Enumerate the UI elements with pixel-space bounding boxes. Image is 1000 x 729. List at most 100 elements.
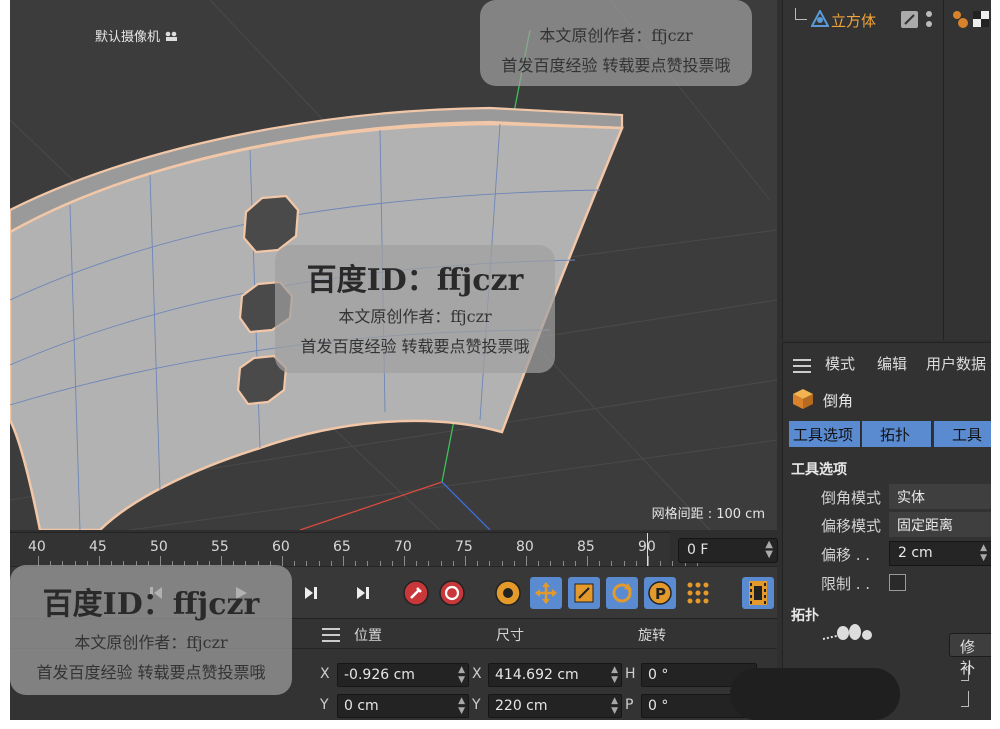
timeline-tick-label: 55 bbox=[211, 539, 229, 555]
timeline-tick-mark bbox=[526, 556, 527, 566]
checker-tag-icon[interactable] bbox=[973, 11, 989, 31]
rotation-header: 旋转 bbox=[638, 628, 666, 644]
next-frame-button[interactable] bbox=[295, 577, 327, 609]
bevel-mode-dropdown[interactable]: 实体 bbox=[889, 484, 991, 509]
limit-checkbox[interactable] bbox=[889, 574, 906, 591]
watermark-center-id: 百度ID：ffjczr bbox=[306, 263, 524, 298]
timeline-tick-mark bbox=[648, 556, 649, 566]
dots-grid-icon bbox=[687, 582, 709, 604]
position-y-field[interactable]: 0 cm ▲ ▼ bbox=[337, 694, 469, 718]
timeline-tick-mark bbox=[404, 556, 405, 566]
record-keys-button[interactable] bbox=[400, 577, 432, 609]
section-topology: 拓扑 bbox=[791, 608, 819, 624]
tab-topology[interactable]: 拓扑 bbox=[862, 421, 932, 447]
watermark-center-publish: 首发百度经验 转载要点赞投票哦 bbox=[300, 337, 530, 356]
camera-label[interactable]: 默认摄像机 bbox=[95, 26, 180, 45]
gear-icon bbox=[495, 580, 521, 606]
size-x-value: 414.692 cm bbox=[495, 667, 579, 683]
autokey-button[interactable] bbox=[436, 577, 468, 609]
menu-mode[interactable]: 模式 bbox=[825, 353, 855, 374]
current-frame-value: 0 F bbox=[687, 542, 709, 558]
camera-label-text: 默认摄像机 bbox=[95, 30, 161, 45]
timeline-ruler[interactable]: 4045505560657075808590 bbox=[10, 532, 698, 567]
spinner-icon[interactable]: ▲ ▼ bbox=[458, 665, 465, 685]
watermark-top-author: 本文原创作者：ffjczr bbox=[539, 26, 693, 45]
go-to-end-button[interactable] bbox=[347, 577, 379, 609]
attribute-manager: 模式 编辑 用户数据 倒角 工具选项 拓扑 工具 工具选项 倒角模式 实体 偏移… bbox=[782, 342, 991, 720]
position-header: 位置 bbox=[354, 628, 382, 644]
material-spheres-icon[interactable] bbox=[951, 10, 971, 34]
offset-mode-label: 偏移模式 bbox=[821, 517, 882, 535]
object-row-cube[interactable]: 立方体 bbox=[783, 4, 991, 30]
go-to-end-icon bbox=[357, 587, 369, 599]
object-manager: 立方体 bbox=[782, 0, 991, 340]
film-button[interactable] bbox=[742, 577, 774, 609]
offset-mode-dropdown[interactable]: 固定距离 bbox=[889, 512, 991, 537]
current-frame-field[interactable]: 0 F ▲ ▼ bbox=[678, 538, 778, 563]
watermark-bottom: 百度ID：ffjczr 本文原创作者：ffjczr 首发百度经验 转载要点赞投票… bbox=[10, 565, 292, 695]
tab-tool[interactable]: 工具 bbox=[934, 421, 991, 447]
modify-bracket-2 bbox=[961, 691, 969, 707]
timeline-tick-label: 65 bbox=[333, 539, 351, 555]
timeline-tick-mark bbox=[587, 556, 588, 566]
key-position-button[interactable] bbox=[530, 577, 562, 609]
timeline-tick-label: 50 bbox=[150, 539, 168, 555]
spinner-icon[interactable]: ▲ ▼ bbox=[458, 696, 465, 716]
offset-field[interactable]: 2 cm ▲ ▼ bbox=[889, 541, 991, 566]
watermark-top: 本文原创作者：ffjczr 首发百度经验 转载要点赞投票哦 bbox=[480, 0, 752, 86]
size-x-label: X bbox=[472, 666, 482, 682]
tab-tool-options[interactable]: 工具选项 bbox=[789, 421, 861, 447]
visibility-toggle-icon[interactable] bbox=[901, 11, 918, 28]
frame-spinner-icon[interactable]: ▲ ▼ bbox=[765, 540, 773, 560]
bevel-tool-icon bbox=[791, 387, 815, 415]
timeline-tick-label: 85 bbox=[577, 539, 595, 555]
spinner-icon[interactable]: ▲ ▼ bbox=[980, 543, 987, 563]
watermark-center-author: 本文原创作者：ffjczr bbox=[338, 307, 492, 326]
menu-user-data[interactable]: 用户数据 bbox=[926, 353, 986, 374]
key-pla-button[interactable] bbox=[682, 577, 714, 609]
offset-mode-value: 固定距离 bbox=[897, 518, 953, 534]
rotation-h-value: 0 ° bbox=[648, 667, 669, 683]
modify-button[interactable]: 修补 bbox=[949, 633, 991, 677]
next-frame-icon bbox=[305, 587, 317, 599]
position-y-value: 0 cm bbox=[344, 698, 379, 714]
timeline-tick-label: 45 bbox=[89, 539, 107, 555]
visibility-dots-icon[interactable] bbox=[925, 10, 933, 34]
playhead-marker[interactable] bbox=[647, 533, 648, 567]
parameter-p-icon: P bbox=[648, 581, 672, 605]
size-header: 尺寸 bbox=[496, 628, 524, 644]
offset-label: 偏移 . . bbox=[821, 546, 871, 564]
tree-branch-icon bbox=[795, 8, 807, 20]
position-x-field[interactable]: -0.926 cm ▲ ▼ bbox=[337, 663, 469, 687]
size-x-field[interactable]: 414.692 cm ▲ ▼ bbox=[488, 663, 622, 687]
spinner-icon[interactable]: ▲ ▼ bbox=[611, 696, 618, 716]
key-rotation-button[interactable] bbox=[606, 577, 638, 609]
size-y-field[interactable]: 220 cm ▲ ▼ bbox=[488, 694, 622, 718]
record-key-icon bbox=[403, 580, 429, 606]
spinner-icon[interactable]: ▲ ▼ bbox=[611, 665, 618, 685]
timeline-tick-label: 80 bbox=[516, 539, 534, 555]
watermark-bottom-id: 百度ID：ffjczr bbox=[42, 587, 260, 622]
move-arrows-icon bbox=[535, 582, 557, 604]
timeline-tick-label: 70 bbox=[394, 539, 412, 555]
rotation-p-label: P bbox=[625, 697, 634, 713]
topology-preview-icon bbox=[821, 623, 881, 645]
timeline-tick-mark bbox=[465, 556, 466, 566]
position-x-label: X bbox=[320, 666, 330, 682]
menu-edit[interactable]: 编辑 bbox=[877, 353, 907, 374]
object-name-cube[interactable]: 立方体 bbox=[831, 10, 876, 31]
rotation-h-label: H bbox=[625, 666, 636, 682]
axis-z-line bbox=[441, 481, 491, 530]
keyframe-selection-button[interactable] bbox=[492, 577, 524, 609]
cinema4d-window: 默认摄像机 网格间距 : 100 cm 40 45 50 55 60 65 70 75 80 85… bbox=[10, 0, 991, 720]
hamburger-menu-icon[interactable] bbox=[322, 627, 340, 642]
key-scale-button[interactable] bbox=[568, 577, 600, 609]
autokey-icon bbox=[439, 580, 465, 606]
key-parameter-button[interactable]: P bbox=[644, 577, 676, 609]
rotate-icon bbox=[612, 583, 632, 603]
size-y-value: 220 cm bbox=[495, 698, 548, 714]
cube-object-icon bbox=[810, 8, 830, 32]
scale-icon bbox=[574, 583, 594, 603]
attr-hamburger-icon[interactable] bbox=[793, 358, 811, 377]
timeline-tick-label: 60 bbox=[272, 539, 290, 555]
